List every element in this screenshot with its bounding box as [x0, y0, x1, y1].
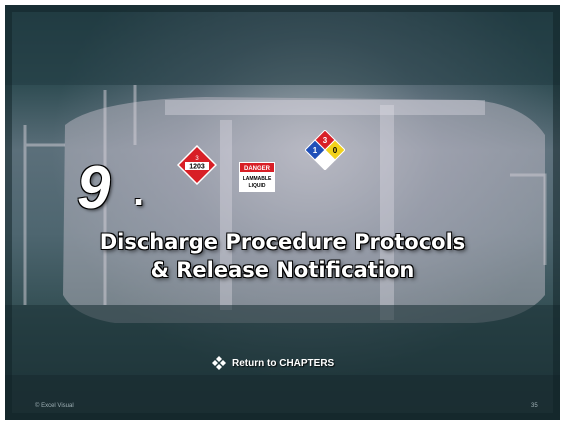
nfpa-reactivity-value: 0 [333, 146, 338, 155]
page-number: 35 [531, 403, 538, 409]
chapter-number: 9 [77, 154, 112, 221]
danger-label-line3: LIQUID [249, 183, 266, 189]
page-title: Discharge Procedure Protocols & Release … [0, 228, 565, 284]
nfpa-diamond-icon: 3 1 0 [305, 130, 345, 170]
title-line-2: & Release Notification [150, 258, 415, 282]
chapter-number-dot: . [133, 170, 145, 214]
copyright-text: © Excel Visual [35, 403, 74, 409]
danger-label-line2: LAMMABLE [243, 176, 272, 182]
flammable-placard-icon: 3 1203 [177, 145, 217, 185]
diamond-cluster-icon [212, 356, 226, 370]
return-link-label: Return to CHAPTERS [232, 357, 335, 369]
nfpa-health-value: 1 [313, 146, 318, 155]
danger-label-icon: DANGER LAMMABLE LIQUID [239, 162, 275, 192]
placard-un-number: 1203 [189, 164, 205, 171]
nfpa-flammability-value: 3 [323, 136, 328, 145]
title-line-1: Discharge Procedure Protocols [99, 230, 466, 254]
return-to-chapters-link[interactable]: Return to CHAPTERS [212, 356, 334, 370]
danger-label-heading: DANGER [244, 166, 271, 172]
